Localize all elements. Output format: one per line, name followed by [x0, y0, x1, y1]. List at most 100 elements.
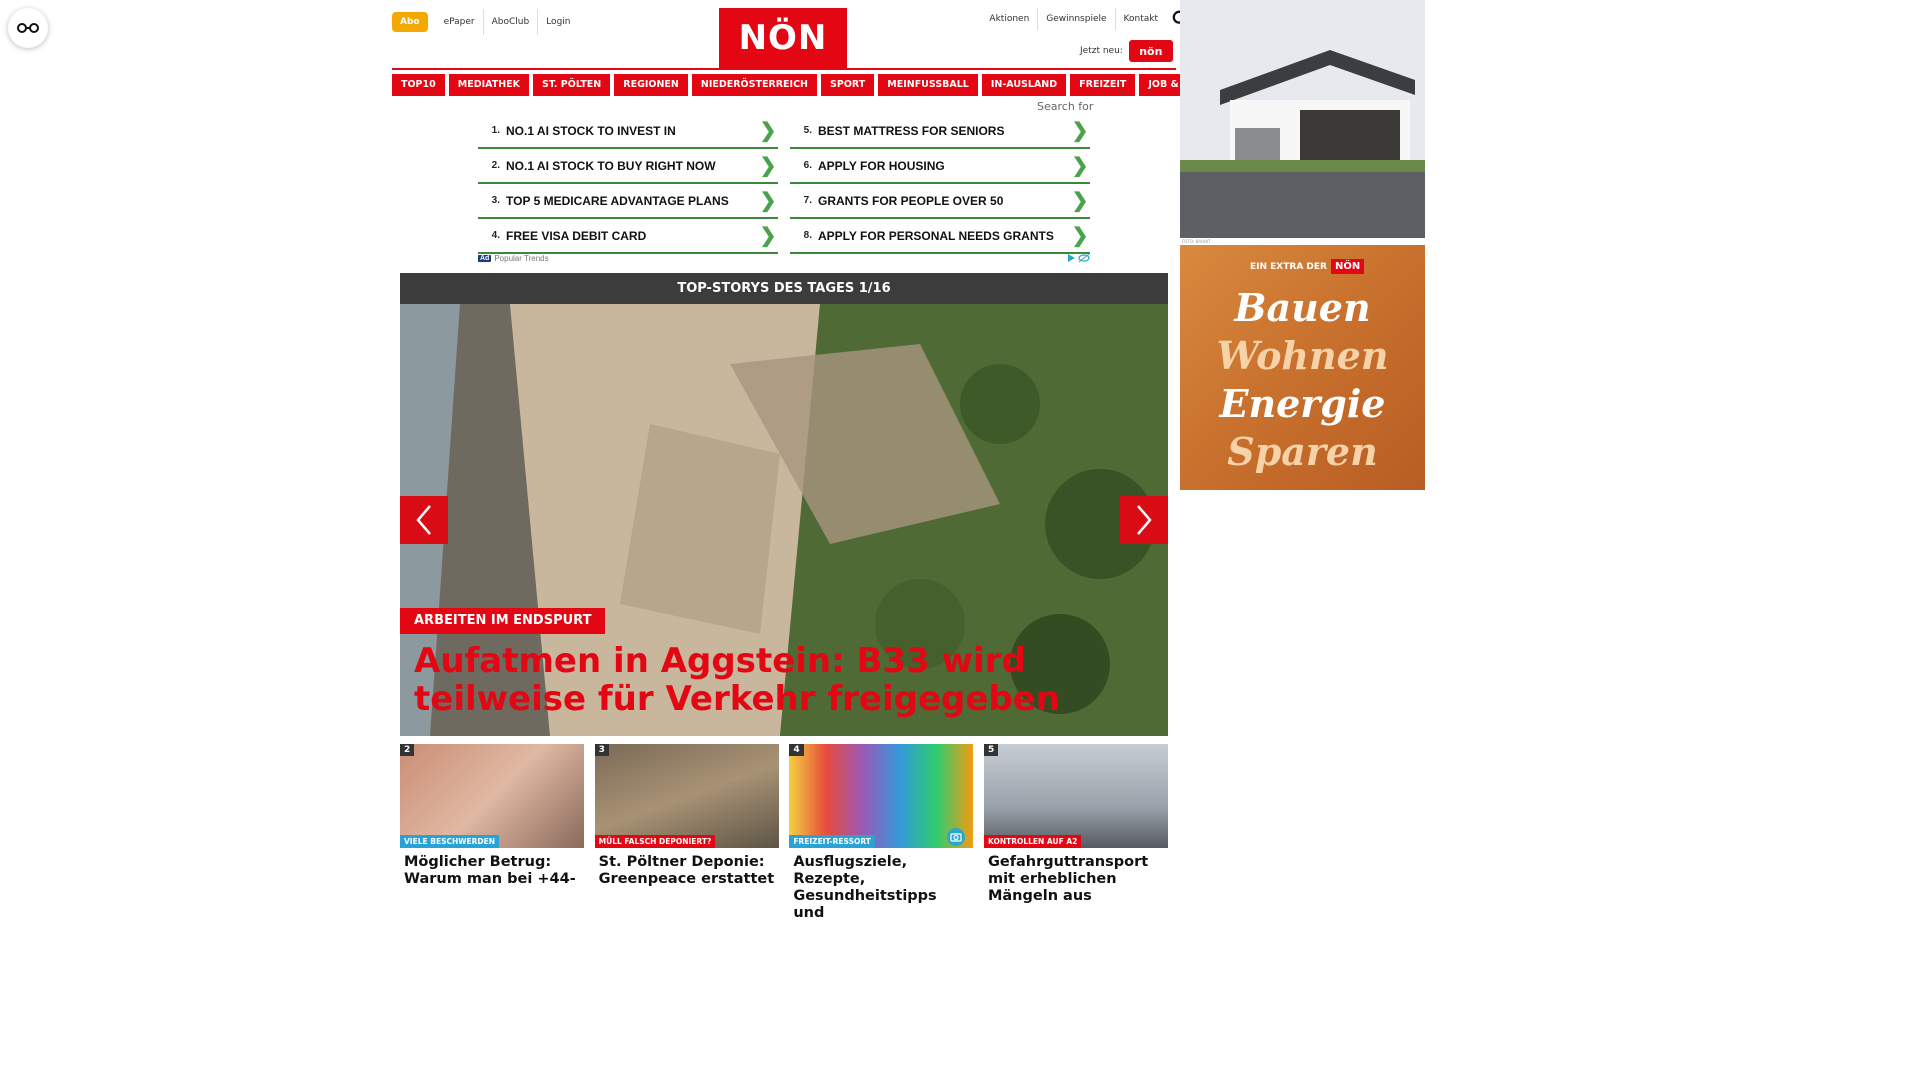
card-image: 5 KONTROLLEN AUF A2 — [983, 744, 1168, 848]
side-ad-house[interactable] — [1180, 0, 1425, 238]
login-link[interactable]: Login — [537, 9, 578, 35]
ad-word-sparen: Sparen — [1227, 429, 1378, 474]
ad-photo-credit: FOTO: BAUHIT — [1182, 239, 1211, 244]
extra-line: EIN EXTRA DER NÖN — [1250, 259, 1365, 274]
story-card[interactable]: 3 MÜLL FALSCH DEPONIERT? St. Pöltner Dep… — [594, 744, 779, 922]
card-title: Möglicher Betrug: Warum man bei +44- — [404, 854, 576, 887]
topbar-right: Aktionen Gewinnspiele Kontakt — [981, 8, 1190, 30]
nav-item-niederoesterreich[interactable]: NIEDERÖSTERREICH — [691, 74, 818, 96]
ad-source: Popular Trends — [494, 253, 549, 263]
card-image: 4 FREIZEIT-RESSORT — [789, 744, 974, 848]
ad-word-energie: Energie — [1219, 381, 1386, 426]
previous-slide-button[interactable] — [400, 496, 448, 544]
nav-item-mediathek[interactable]: MEDIATHEK — [448, 74, 530, 96]
card-kicker: KONTROLLEN AUF A2 — [983, 835, 1082, 848]
jetzt-neu-badge[interactable]: nön — [1128, 40, 1173, 62]
ad-link[interactable]: 4. FREE VISA DEBIT CARD ❯ — [478, 219, 778, 254]
ad-link[interactable]: 8. APPLY FOR PERSONAL NEEDS GRANTS ❯ — [790, 219, 1090, 254]
chevron-right-icon: ❯ — [1071, 225, 1089, 247]
chevron-right-icon: ❯ — [1071, 155, 1089, 177]
card-number: 5 — [983, 744, 999, 756]
main-nav: TOP10 MEDIATHEK ST. PÖLTEN REGIONEN NIED… — [392, 68, 1245, 96]
aboclub-link[interactable]: AboClub — [482, 9, 538, 35]
ad-text: TOP 5 MEDICARE ADVANTAGE PLANS — [506, 193, 729, 208]
nav-item-regionen[interactable]: REGIONEN — [614, 74, 688, 96]
jetzt-neu: Jetzt neu: nön — [1080, 40, 1173, 62]
ad-link[interactable]: 7. GRANTS FOR PEOPLE OVER 50 ❯ — [790, 184, 1090, 219]
ad-text: BEST MATTRESS FOR SENIORS — [818, 123, 1005, 138]
ad-link[interactable]: 2. NO.1 AI STOCK TO BUY RIGHT NOW ❯ — [478, 149, 778, 184]
chevron-right-icon — [1137, 505, 1152, 535]
epaper-link[interactable]: ePaper — [436, 9, 483, 35]
ad-badge: Ad — [478, 254, 492, 262]
nav-item-sport[interactable]: SPORT — [821, 74, 875, 96]
story-cards: 2 VIELE BESCHWERDEN Möglicher Betrug: Wa… — [400, 744, 1168, 922]
topbar-left: Abo ePaper AboClub Login — [392, 9, 578, 35]
kontakt-link[interactable]: Kontakt — [1114, 8, 1166, 30]
chevron-right-icon: ❯ — [1071, 190, 1089, 212]
jetzt-neu-label: Jetzt neu: — [1080, 46, 1123, 56]
card-title: Gefahrguttransport mit erheblichen Mänge… — [987, 854, 1149, 904]
card-kicker: FREIZEIT-RESSORT — [789, 835, 875, 848]
card-number: 4 — [789, 744, 804, 756]
chevron-right-icon: ❯ — [759, 190, 777, 212]
ad-text: APPLY FOR HOUSING — [818, 158, 945, 173]
ad-word-wohnen: Wohnen — [1216, 333, 1389, 378]
abo-button[interactable]: Abo — [392, 12, 428, 32]
gewinnspiele-link[interactable]: Gewinnspiele — [1037, 8, 1114, 30]
ad-word-bauen: Bauen — [1234, 285, 1371, 330]
card-title: Ausflugsziele, Rezepte, Gesundheitstipps… — [793, 854, 937, 921]
nav-item-meinfussball[interactable]: MEINFUSSBALL — [878, 74, 978, 96]
next-slide-button[interactable] — [1120, 496, 1168, 544]
story-card[interactable]: 5 KONTROLLEN AUF A2 Gefahrguttransport m… — [983, 744, 1168, 922]
hero-title[interactable]: Aufatmen in Aggstein: B33 wird teilweise… — [414, 642, 1154, 718]
side-ad-bauen-wohnen[interactable]: EIN EXTRA DER NÖN Bauen Wohnen Energie S… — [1180, 245, 1425, 490]
nav-item-freizeit[interactable]: FREIZEIT — [1070, 74, 1136, 96]
story-card[interactable]: 4 FREIZEIT-RESSORT Ausflugsziele, Rezept… — [789, 744, 974, 922]
house-image — [1180, 0, 1425, 238]
ad-footer: Ad Popular Trends — [478, 252, 1090, 264]
ad-number: 8. — [803, 230, 812, 241]
chevron-right-icon: ❯ — [759, 225, 777, 247]
ad-column-left: 1. NO.1 AI STOCK TO INVEST IN ❯ 2. NO.1 … — [478, 114, 778, 254]
card-image: 3 MÜLL FALSCH DEPONIERT? — [594, 744, 779, 848]
ad-link[interactable]: 6. APPLY FOR HOUSING ❯ — [790, 149, 1090, 184]
ad-number: 1. — [491, 125, 500, 136]
chevron-right-icon: ❯ — [759, 155, 777, 177]
extra-label: EIN EXTRA DER — [1250, 261, 1327, 272]
ad-number: 5. — [803, 125, 812, 136]
ad-link[interactable]: 5. BEST MATTRESS FOR SENIORS ❯ — [790, 114, 1090, 149]
ad-text: NO.1 AI STOCK TO INVEST IN — [506, 123, 676, 138]
ad-number: 2. — [491, 160, 500, 171]
story-card[interactable]: 2 VIELE BESCHWERDEN Möglicher Betrug: Wa… — [400, 744, 584, 922]
ad-text: APPLY FOR PERSONAL NEEDS GRANTS — [818, 228, 1054, 243]
chevron-left-icon — [416, 505, 431, 535]
chevron-right-icon: ❯ — [759, 120, 777, 142]
ad-link[interactable]: 3. TOP 5 MEDICARE ADVANTAGE PLANS ❯ — [478, 184, 778, 219]
aktionen-link[interactable]: Aktionen — [981, 8, 1037, 30]
ad-number: 7. — [803, 195, 812, 206]
ad-search-label: Search for — [1037, 100, 1094, 113]
site-logo[interactable]: NÖN — [719, 8, 847, 68]
ad-number: 6. — [803, 160, 812, 171]
nav-item-st-poelten[interactable]: ST. PÖLTEN — [533, 74, 611, 96]
card-number: 3 — [594, 744, 609, 756]
hero-story[interactable]: ARBEITEN IM ENDSPURT Aufatmen in Aggstei… — [400, 304, 1168, 736]
nav-item-in-ausland[interactable]: IN-AUSLAND — [981, 74, 1067, 96]
camera-icon — [947, 828, 966, 846]
extra-logo: NÖN — [1330, 259, 1365, 274]
chevron-right-icon: ❯ — [1071, 120, 1089, 142]
card-title: St. Pöltner Deponie: Greenpeace erstatte… — [598, 854, 775, 887]
nav-item-top10[interactable]: TOP10 — [392, 74, 445, 96]
card-kicker: VIELE BESCHWERDEN — [400, 835, 500, 848]
accessibility-button[interactable] — [8, 8, 48, 48]
ad-text: NO.1 AI STOCK TO BUY RIGHT NOW — [506, 158, 716, 173]
adchoices-icon[interactable] — [1066, 253, 1090, 263]
ad-link[interactable]: 1. NO.1 AI STOCK TO INVEST IN ❯ — [478, 114, 778, 149]
sponsored-search-ad: 1. NO.1 AI STOCK TO INVEST IN ❯ 2. NO.1 … — [478, 114, 1090, 268]
ad-text: GRANTS FOR PEOPLE OVER 50 — [818, 193, 1004, 208]
ad-column-right: 5. BEST MATTRESS FOR SENIORS ❯ 6. APPLY … — [790, 114, 1090, 254]
hero-kicker: ARBEITEN IM ENDSPURT — [400, 608, 606, 634]
card-number: 2 — [400, 744, 415, 756]
topstories-header: TOP-STORYS DES TAGES 1/16 — [400, 273, 1168, 304]
